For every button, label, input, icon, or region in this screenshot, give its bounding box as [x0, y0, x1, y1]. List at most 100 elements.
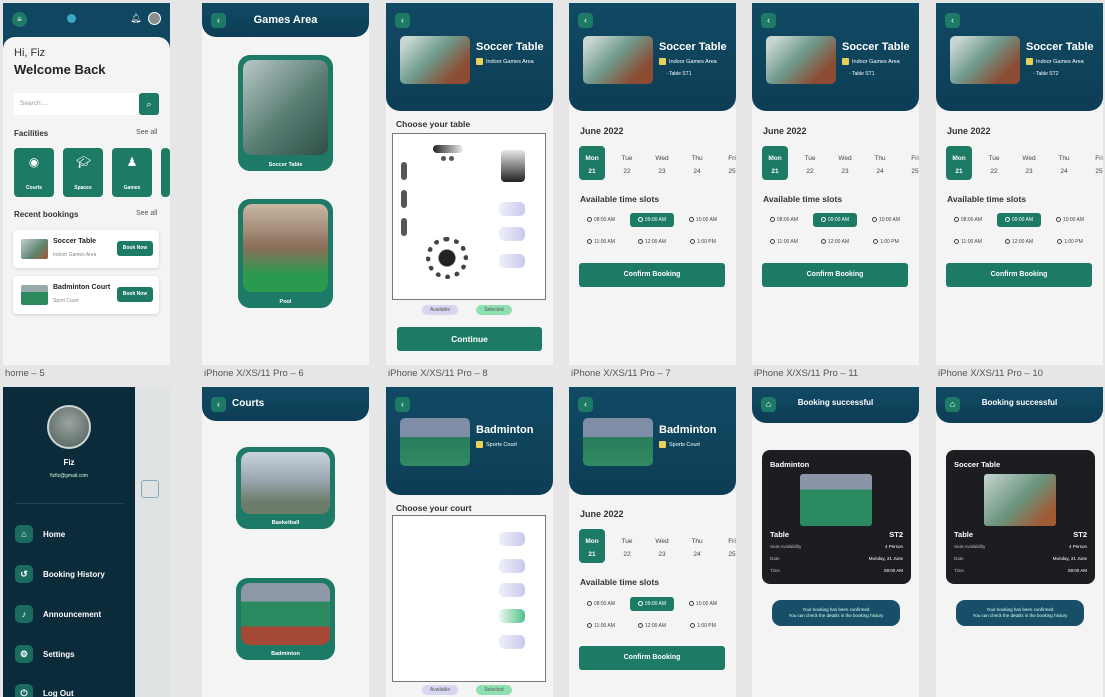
day-cell[interactable]: Wed 23	[649, 529, 675, 563]
table-slot[interactable]	[499, 227, 525, 241]
day-cell[interactable]: Tue 22	[614, 529, 640, 563]
time-slot[interactable]: 1:00 PM	[681, 619, 725, 633]
back-icon[interactable]: ‹	[761, 13, 776, 28]
see-all-link[interactable]: See all	[136, 129, 157, 136]
time-slot[interactable]: 08:00 AM	[946, 213, 990, 227]
seat-shape[interactable]	[401, 218, 407, 236]
time-slot[interactable]: 09:00 AM	[997, 213, 1041, 227]
court-slot[interactable]	[499, 583, 525, 597]
seat-shape[interactable]	[401, 190, 407, 208]
confirm-booking-button[interactable]: Confirm Booking	[762, 263, 908, 287]
games-card[interactable]: Pool	[238, 199, 333, 308]
back-icon[interactable]: ‹	[395, 13, 410, 28]
avatar[interactable]	[148, 12, 161, 25]
time-slot[interactable]: 12:00 AM	[630, 619, 674, 633]
day-cell[interactable]: Thu 24	[867, 146, 893, 180]
recent-see-all[interactable]: See all	[136, 210, 157, 217]
day-cell[interactable]: Thu 24	[1051, 146, 1077, 180]
time-slot[interactable]: 11:00 AM	[946, 235, 990, 249]
day-cell[interactable]: Tue 22	[981, 146, 1007, 180]
day-cell[interactable]: Fri 25	[719, 146, 736, 180]
back-icon[interactable]: ‹	[395, 397, 410, 412]
time-slot[interactable]: 12:00 AM	[813, 235, 857, 249]
facility-courts[interactable]: ◉ Courts	[14, 148, 54, 197]
time-slot[interactable]: 1:00 PM	[1048, 235, 1092, 249]
time-slot[interactable]: 09:00 AM	[630, 213, 674, 227]
day-cell[interactable]: Mon 21	[946, 146, 972, 180]
time-slot[interactable]: 10:00 AM	[681, 213, 725, 227]
search-input[interactable]: Search....	[14, 93, 138, 115]
day-cell[interactable]: Mon 21	[762, 146, 788, 180]
back-icon[interactable]: ‹	[211, 13, 226, 28]
day-cell[interactable]: Fri 25	[902, 146, 919, 180]
time-slot[interactable]: 09:00 AM	[813, 213, 857, 227]
day-cell[interactable]: Thu 24	[684, 529, 710, 563]
time-slot[interactable]: 1:00 PM	[681, 235, 725, 249]
time-slot[interactable]: 12:00 AM	[630, 235, 674, 249]
menu-item-home[interactable]: ⌂ Home	[15, 525, 65, 543]
day-cell[interactable]: Tue 22	[614, 146, 640, 180]
time-slot[interactable]: 10:00 AM	[681, 597, 725, 611]
day-cell[interactable]: Fri 25	[1086, 146, 1103, 180]
menu-icon[interactable]: ≡	[12, 12, 27, 27]
menu-item-announcement[interactable]: ♪ Announcement	[15, 605, 101, 623]
time-slot[interactable]: 10:00 AM	[1048, 213, 1092, 227]
court-card[interactable]: Basketball	[236, 447, 335, 529]
court-slot[interactable]	[499, 559, 525, 573]
menu-item-booking-history[interactable]: ↺ Booking History	[15, 565, 105, 583]
time-slot[interactable]: 11:00 AM	[579, 619, 623, 633]
court-slot[interactable]	[499, 635, 525, 649]
search-icon[interactable]: ⌕	[139, 93, 159, 115]
table-slot[interactable]	[499, 254, 525, 268]
round-table[interactable]	[426, 237, 468, 279]
back-icon[interactable]: ‹	[578, 397, 593, 412]
day-cell[interactable]: Tue 22	[797, 146, 823, 180]
confirm-booking-button[interactable]: Confirm Booking	[579, 263, 725, 287]
time-slot[interactable]: 09:00 AM	[630, 597, 674, 611]
day-cell[interactable]: Wed 23	[1016, 146, 1042, 180]
recent-booking-item[interactable]: Soccer Table Indoor Games Area Book Now	[13, 230, 159, 268]
court-slot-selected[interactable]	[499, 609, 525, 623]
seat-shape[interactable]	[401, 162, 407, 180]
recent-booking-item[interactable]: Badminton Court Sport Court Book Now	[13, 276, 159, 314]
book-now-button[interactable]: Book Now	[117, 241, 153, 256]
time-slot[interactable]: 11:00 AM	[579, 235, 623, 249]
month-title: June 2022	[580, 126, 624, 136]
time-slot[interactable]: 1:00 PM	[864, 235, 908, 249]
court-slot[interactable]	[499, 532, 525, 546]
menu-item-logout[interactable]: ⏻ Log Out	[15, 684, 74, 697]
home-icon[interactable]: ⌂	[761, 397, 776, 412]
day-cell[interactable]: Mon 21	[579, 146, 605, 180]
confirm-booking-button[interactable]: Confirm Booking	[579, 646, 725, 670]
continue-button[interactable]: Continue	[397, 327, 542, 351]
back-icon[interactable]: ‹	[578, 13, 593, 28]
day-cell[interactable]: Wed 23	[832, 146, 858, 180]
time-slot[interactable]: 08:00 AM	[762, 213, 806, 227]
time-slot[interactable]: 10:00 AM	[864, 213, 908, 227]
games-icon: ♟︎	[126, 155, 138, 169]
avatar[interactable]	[47, 405, 91, 449]
facility-spaces[interactable]: 🎓︎ Spaces	[63, 148, 103, 197]
table-shape[interactable]	[501, 150, 525, 182]
facility-more[interactable]	[161, 148, 170, 197]
time-slot[interactable]: 12:00 AM	[997, 235, 1041, 249]
time-slot[interactable]: 08:00 AM	[579, 597, 623, 611]
back-icon[interactable]: ‹	[945, 13, 960, 28]
table-shape[interactable]	[433, 145, 463, 153]
court-card[interactable]: Badminton	[236, 578, 335, 660]
day-cell[interactable]: Wed 23	[649, 146, 675, 180]
table-slot[interactable]	[499, 202, 525, 216]
facility-games[interactable]: ♟︎ Games	[112, 148, 152, 197]
time-slot[interactable]: 08:00 AM	[579, 213, 623, 227]
day-cell[interactable]: Thu 24	[684, 146, 710, 180]
menu-item-settings[interactable]: ⚙ Settings	[15, 645, 75, 663]
bell-icon[interactable]: 🔔︎	[130, 13, 141, 24]
confirm-booking-button[interactable]: Confirm Booking	[946, 263, 1092, 287]
day-cell[interactable]: Fri 25	[719, 529, 736, 563]
book-now-button[interactable]: Book Now	[117, 287, 153, 302]
day-cell[interactable]: Mon 21	[579, 529, 605, 563]
home-icon[interactable]: ⌂	[945, 397, 960, 412]
games-card[interactable]: Soccer Table	[238, 55, 333, 171]
back-icon[interactable]: ‹	[211, 397, 226, 412]
time-slot[interactable]: 11:00 AM	[762, 235, 806, 249]
